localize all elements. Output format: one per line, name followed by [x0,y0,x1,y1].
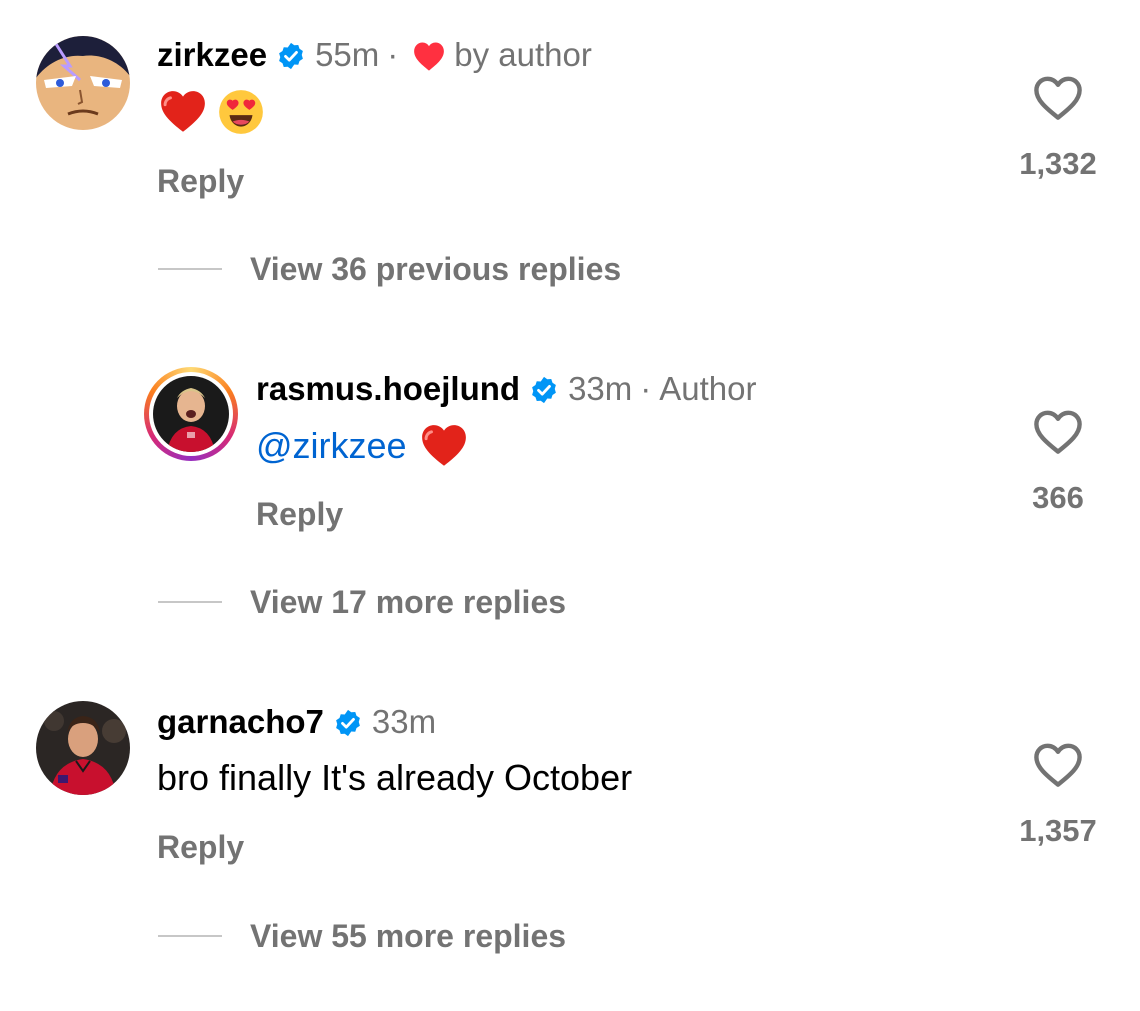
reply-button[interactable]: Reply [256,494,343,534]
timestamp: 33m [568,370,633,407]
red-heart-emoji-icon [158,87,208,137]
heart-outline-icon[interactable] [1032,408,1084,456]
timestamp: 55m [315,36,380,73]
like-count: 1,332 [1019,146,1097,181]
avatar-garnacho7[interactable] [36,701,130,795]
verified-badge-icon [333,707,363,737]
heart-filled-icon [412,40,445,71]
separator: · [640,370,652,407]
heart-outline-icon[interactable] [1032,74,1084,122]
view-replies-button[interactable]: View 36 previous replies [158,249,621,289]
divider-line [158,268,222,270]
view-replies-button[interactable]: View 55 more replies [158,916,566,956]
username[interactable]: garnacho7 [157,702,324,742]
avatar-rasmus-hoejlund [153,376,229,452]
username[interactable]: zirkzee [157,35,267,75]
timestamp: 33m [371,703,437,740]
like-count: 366 [1032,480,1084,515]
reply-button[interactable]: Reply [157,827,244,867]
comment-body: bro finally It's already October [157,757,633,798]
comment-header: zirkzee 55m · by author [157,35,592,75]
view-replies-label: View 55 more replies [250,918,567,954]
verified-badge-icon [276,40,306,70]
author-label: Author [659,370,757,407]
divider-line [158,935,222,937]
view-replies-label: View 17 more replies [250,584,567,620]
username[interactable]: rasmus.hoejlund [256,369,520,409]
mention-link[interactable]: @zirkzee [256,424,407,468]
avatar-zirkzee[interactable] [36,36,130,130]
verified-badge-icon [529,374,559,404]
separator: · [387,36,399,73]
comment-header: rasmus.hoejlund 33m · Author [256,369,757,409]
comment-body: @zirkzee [256,421,477,471]
heart-outline-icon[interactable] [1032,741,1084,789]
comment-body [158,87,274,137]
liked-by-author-label: by author [454,36,592,73]
view-replies-button[interactable]: View 17 more replies [158,582,566,622]
heart-eyes-emoji-icon [216,87,266,137]
story-ring[interactable] [144,367,238,461]
divider-line [158,601,222,603]
reply-button[interactable]: Reply [157,161,244,201]
red-heart-emoji-icon [419,421,469,471]
like-count: 1,357 [1019,813,1097,848]
view-replies-label: View 36 previous replies [250,251,622,287]
comment-header: garnacho7 33m [157,702,436,742]
